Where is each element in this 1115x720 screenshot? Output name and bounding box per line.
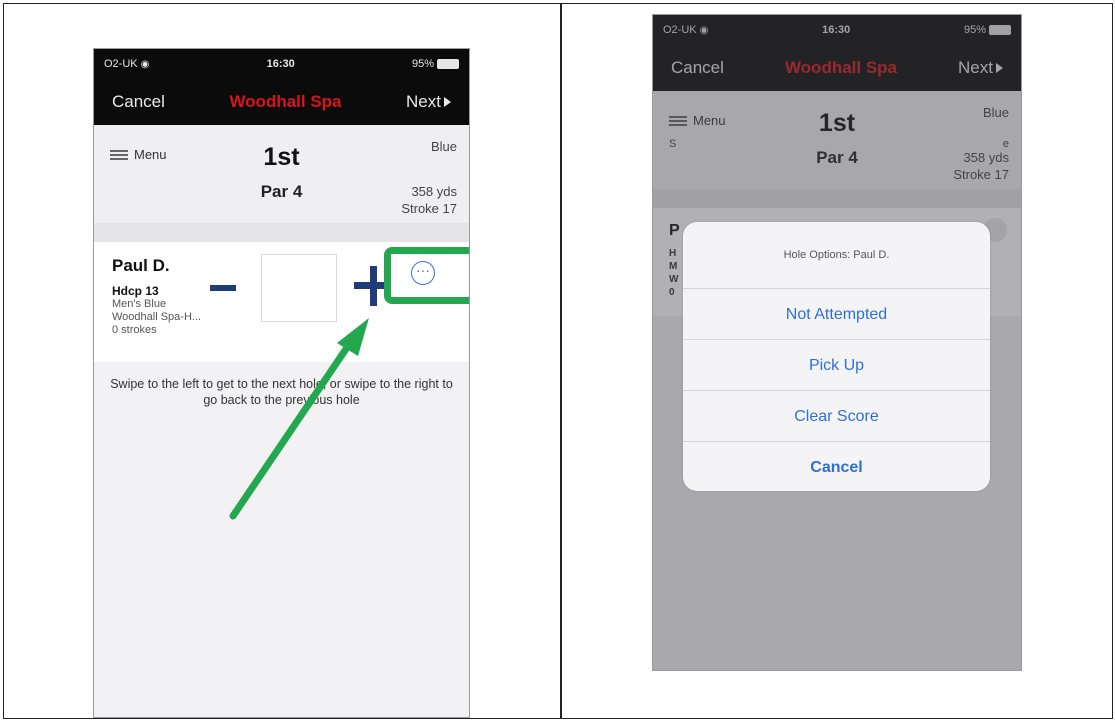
player-name: Paul D. (112, 256, 170, 275)
battery-icon (437, 58, 459, 69)
decrement-score-button[interactable] (210, 285, 236, 291)
player-course: Woodhall Spa-H... (112, 311, 202, 323)
player-row: Paul D. Hdcp 13 Men's Blue Woodhall Spa-… (94, 242, 469, 362)
player-tee: Men's Blue (112, 298, 167, 310)
options-highlight-box: ··· (384, 247, 469, 304)
clock: 16:30 (266, 57, 295, 70)
tee-color: Blue (430, 139, 457, 154)
swipe-hint: Swipe to the left to get to the next hol… (110, 377, 453, 407)
carrier-label: O2-UK (104, 57, 138, 70)
yards-label: 358 yds (411, 184, 457, 199)
hole-header: Menu 1st Par 4 Blue 358 yds Stroke 17 (94, 125, 469, 223)
hole-number: 1st (263, 143, 300, 171)
battery-indicator: 95% (412, 58, 459, 70)
nav-bar: Cancel Woodhall Spa Next (94, 78, 469, 125)
clear-score-option[interactable]: Clear Score (683, 391, 990, 442)
not-attempted-option[interactable]: Not Attempted (683, 289, 990, 340)
next-button[interactable]: Next (406, 92, 451, 112)
stroke-index: Stroke 17 (401, 201, 457, 216)
cancel-option[interactable]: Cancel (683, 442, 990, 491)
wifi-icon: ◉ (140, 58, 150, 70)
player-handicap: Hdcp 13 (112, 284, 159, 298)
pick-up-option[interactable]: Pick Up (683, 340, 990, 391)
carrier-indicator: O2-UK ◉ (104, 58, 149, 70)
battery-label: 95% (411, 57, 434, 70)
cancel-button[interactable]: Cancel (112, 92, 165, 112)
phone-screen-left: O2-UK ◉ 16:30 95% Cancel Woodhall Spa Nex… (93, 48, 470, 718)
sheet-title: Hole Options: Paul D. (683, 222, 990, 289)
player-strokes: 0 strokes (112, 324, 157, 336)
next-label: Next (406, 91, 441, 111)
score-input[interactable] (261, 254, 337, 322)
hole-options-sheet: Hole Options: Paul D. Not Attempted Pick… (683, 222, 990, 491)
hole-options-button[interactable]: ··· (411, 261, 435, 285)
hole-yardage: 358 yds Stroke 17 (401, 183, 457, 217)
play-arrow-icon (444, 96, 451, 107)
status-bar: O2-UK ◉ 16:30 95% (94, 49, 469, 78)
section-separator (94, 223, 469, 242)
document-table-divider (560, 3, 562, 719)
course-title: Woodhall Spa (229, 91, 342, 111)
player-info: Paul D. Hdcp 13 Men's Blue Woodhall Spa-… (112, 256, 201, 337)
